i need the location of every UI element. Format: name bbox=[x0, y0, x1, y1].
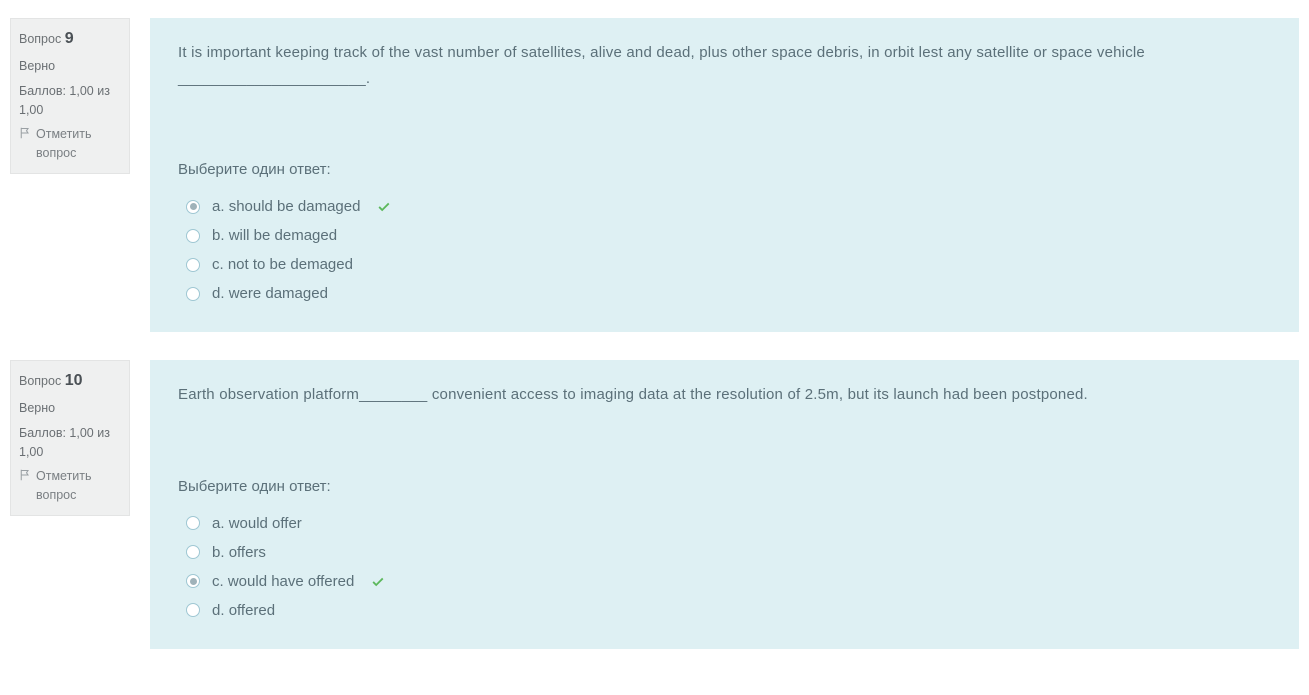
question-word: Вопрос bbox=[19, 32, 61, 46]
radio-button[interactable] bbox=[186, 545, 200, 559]
option-text: should be damaged bbox=[229, 198, 361, 215]
radio-button[interactable] bbox=[186, 287, 200, 301]
choose-prompt: Выберите один ответ: bbox=[178, 161, 1271, 178]
radio-button[interactable] bbox=[186, 258, 200, 272]
answer-option[interactable]: b. will be demaged bbox=[186, 221, 1271, 250]
question-number: 9 bbox=[65, 30, 74, 47]
question-score: Баллов: 1,00 из 1,00 bbox=[19, 82, 121, 120]
question-block: Вопрос 9 Верно Баллов: 1,00 из 1,00 Отметит… bbox=[10, 18, 1299, 332]
radio-button[interactable] bbox=[186, 229, 200, 243]
option-text: would offer bbox=[229, 515, 302, 532]
choose-prompt: Выберите один ответ: bbox=[178, 478, 1271, 495]
question-number-row: Вопрос 10 bbox=[19, 369, 121, 393]
option-letter: d. bbox=[212, 602, 225, 619]
radio-button[interactable] bbox=[186, 200, 200, 214]
option-label: d. offered bbox=[212, 602, 275, 619]
option-label: c. would have offered bbox=[212, 573, 354, 590]
check-icon bbox=[376, 198, 392, 215]
flag-question-label: Отметить вопрос bbox=[36, 467, 121, 505]
option-label: a. should be damaged bbox=[212, 198, 360, 215]
option-text: offered bbox=[229, 602, 275, 619]
answer-option[interactable]: a. should be damaged bbox=[186, 192, 1271, 221]
question-info-panel: Вопрос 10 Верно Баллов: 1,00 из 1,00 Отмети… bbox=[10, 360, 130, 516]
question-content-panel: Earth observation platform________ conve… bbox=[150, 360, 1299, 649]
option-letter: d. bbox=[212, 285, 225, 302]
flag-question-label: Отметить вопрос bbox=[36, 125, 121, 163]
question-status: Верно bbox=[19, 57, 121, 76]
question-number: 10 bbox=[65, 372, 83, 389]
check-icon bbox=[370, 573, 386, 590]
flag-icon bbox=[19, 127, 31, 139]
option-label: d. were damaged bbox=[212, 285, 328, 302]
option-letter: a. bbox=[212, 198, 225, 215]
question-text: It is important keeping track of the vas… bbox=[178, 40, 1271, 91]
question-number-row: Вопрос 9 bbox=[19, 27, 121, 51]
option-letter: c. bbox=[212, 256, 224, 273]
option-label: a. would offer bbox=[212, 515, 302, 532]
answer-option[interactable]: d. were damaged bbox=[186, 279, 1271, 308]
option-letter: b. bbox=[212, 544, 225, 561]
question-status: Верно bbox=[19, 399, 121, 418]
option-text: would have offered bbox=[228, 573, 354, 590]
option-letter: a. bbox=[212, 515, 225, 532]
question-info-panel: Вопрос 9 Верно Баллов: 1,00 из 1,00 Отметит… bbox=[10, 18, 130, 174]
radio-button[interactable] bbox=[186, 603, 200, 617]
answer-option[interactable]: a. would offer bbox=[186, 509, 1271, 538]
question-block: Вопрос 10 Верно Баллов: 1,00 из 1,00 Отмети… bbox=[10, 360, 1299, 649]
answer-option[interactable]: b. offers bbox=[186, 538, 1271, 567]
question-word: Вопрос bbox=[19, 374, 61, 388]
question-text: Earth observation platform________ conve… bbox=[178, 382, 1271, 408]
answer-option[interactable]: c. not to be demaged bbox=[186, 250, 1271, 279]
answer-option[interactable]: d. offered bbox=[186, 596, 1271, 625]
radio-button[interactable] bbox=[186, 574, 200, 588]
option-text: will be demaged bbox=[229, 227, 337, 244]
option-label: c. not to be demaged bbox=[212, 256, 353, 273]
flag-icon bbox=[19, 469, 31, 481]
radio-button[interactable] bbox=[186, 516, 200, 530]
flag-question-button[interactable]: Отметить вопрос bbox=[19, 467, 121, 505]
option-text: not to be demaged bbox=[228, 256, 353, 273]
flag-question-button[interactable]: Отметить вопрос bbox=[19, 125, 121, 163]
option-letter: c. bbox=[212, 573, 224, 590]
option-text: were damaged bbox=[229, 285, 328, 302]
option-label: b. will be demaged bbox=[212, 227, 337, 244]
answer-option[interactable]: c. would have offered bbox=[186, 567, 1271, 596]
option-label: b. offers bbox=[212, 544, 266, 561]
question-content-panel: It is important keeping track of the vas… bbox=[150, 18, 1299, 332]
option-text: offers bbox=[229, 544, 266, 561]
question-score: Баллов: 1,00 из 1,00 bbox=[19, 424, 121, 462]
option-letter: b. bbox=[212, 227, 225, 244]
